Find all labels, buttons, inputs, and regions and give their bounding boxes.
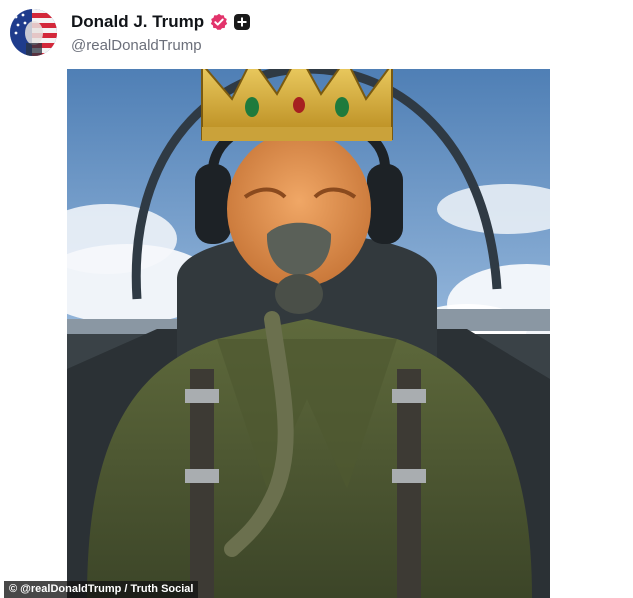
social-post: Donald J. Trump @realDonaldTrump © @real… bbox=[0, 0, 633, 598]
plus-icon bbox=[234, 14, 251, 30]
author-handle[interactable]: @realDonaldTrump bbox=[71, 37, 202, 54]
avatar-image bbox=[10, 9, 57, 56]
pilot-illustration bbox=[67, 69, 550, 598]
post-media-image[interactable] bbox=[67, 69, 550, 598]
author-name-row: Donald J. Trump bbox=[71, 11, 251, 33]
credit-overlay: © @realDonaldTrump / Truth Social bbox=[4, 581, 199, 598]
author-display-name[interactable]: Donald J. Trump bbox=[71, 12, 204, 32]
verified-badge-icon bbox=[210, 13, 228, 31]
author-avatar[interactable] bbox=[10, 9, 57, 56]
